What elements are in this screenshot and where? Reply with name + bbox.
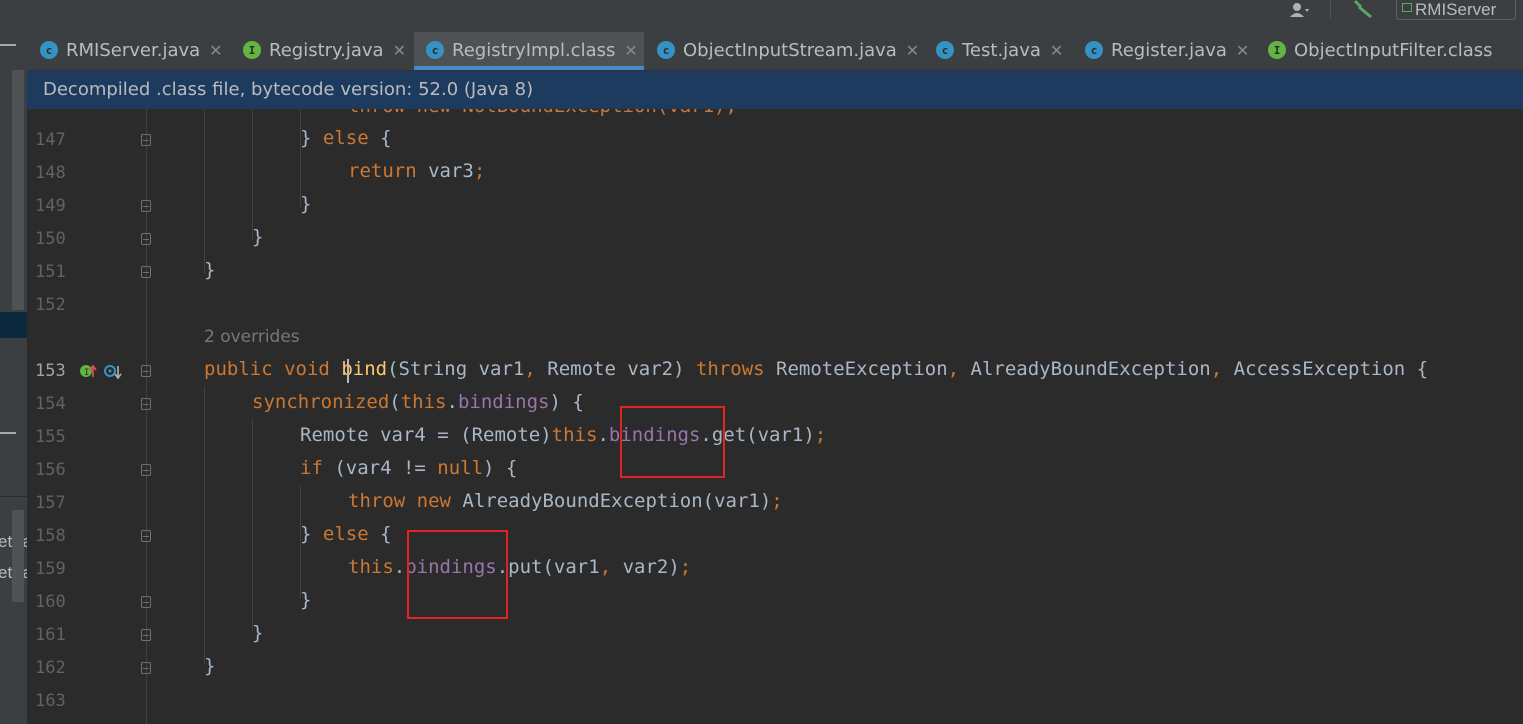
code-line: }: [300, 589, 312, 611]
line-number: 155: [35, 427, 66, 447]
run-configuration-selector[interactable]: RMIServer: [1396, 0, 1516, 20]
fold-marker[interactable]: [141, 365, 151, 377]
class-icon: c: [426, 41, 444, 59]
line-number: 150: [35, 229, 66, 249]
line-number: 159: [35, 559, 66, 579]
class-icon: c: [1085, 41, 1103, 59]
line-number: 152: [35, 295, 66, 315]
close-icon[interactable]: ✕: [624, 41, 637, 60]
implements-interface-icon[interactable]: I: [79, 363, 97, 385]
decompiled-banner: Decompiled .class file, bytecode version…: [27, 71, 1523, 109]
line-number: 151: [35, 262, 66, 282]
code-line-partial: throw new NotBoundException(var1);: [348, 109, 737, 117]
class-icon: c: [657, 41, 675, 59]
indent-guide: [252, 109, 253, 240]
line-number: 158: [35, 526, 66, 546]
tab-test-java[interactable]: c Test.java ✕: [936, 32, 1063, 68]
tab-label: Register.java: [1111, 39, 1227, 61]
code-line: throw new AlreadyBoundException(var1);: [348, 490, 783, 512]
overridden-method-icon[interactable]: [103, 363, 123, 385]
fold-marker[interactable]: [141, 266, 151, 278]
tab-label: ObjectInputStream.java: [683, 39, 897, 61]
code-line: if (var4 != null) {: [300, 457, 518, 479]
code-line: Remote var4 = (Remote)this.bindings.get(…: [300, 424, 827, 446]
application-icon: [1402, 3, 1412, 12]
tab-label: RegistryImpl.class: [452, 39, 616, 61]
toolbar-separator: [1330, 0, 1331, 18]
code-line: }: [252, 622, 264, 644]
code-line: synchronized(this.bindings) {: [252, 391, 584, 413]
code-line: } else {: [300, 127, 392, 149]
tab-objectinputfilter-class[interactable]: I ObjectInputFilter.class: [1268, 32, 1493, 68]
tab-label: ObjectInputFilter.class: [1294, 39, 1493, 61]
minimize-icon-2[interactable]: [0, 432, 16, 434]
line-number: 147: [35, 130, 66, 150]
minimize-icon[interactable]: [0, 44, 16, 46]
fold-marker[interactable]: [141, 134, 151, 146]
line-number: 161: [35, 625, 66, 645]
left-tool-strip: etFa etFa: [0, 0, 27, 724]
line-number: 156: [35, 460, 66, 480]
tab-label: Test.java: [962, 39, 1041, 61]
highlight-box-bindings-put: [407, 530, 508, 619]
top-toolbar: RMIServer: [27, 0, 1523, 32]
fold-marker[interactable]: [141, 464, 151, 476]
code-line: }: [300, 193, 312, 215]
close-icon[interactable]: ✕: [393, 41, 406, 60]
text-caret: [347, 359, 349, 383]
code-editor[interactable]: throw new NotBoundException(var1); 147 1…: [27, 109, 1523, 724]
code-line: }: [252, 226, 264, 248]
tab-label: RMIServer.java: [66, 39, 201, 61]
editor-tab-bar: c RMIServer.java ✕ I Registry.java ✕ c R…: [27, 32, 1523, 71]
build-hammer-icon[interactable]: [1352, 0, 1376, 22]
structure-scrollbar[interactable]: [12, 510, 24, 602]
fold-marker[interactable]: [141, 596, 151, 608]
tab-register-java[interactable]: c Register.java ✕: [1085, 32, 1249, 68]
close-icon[interactable]: ✕: [209, 41, 222, 60]
tab-registry-java[interactable]: I Registry.java ✕: [243, 32, 406, 68]
fold-marker[interactable]: [141, 398, 151, 410]
fold-marker[interactable]: [141, 200, 151, 212]
close-icon[interactable]: ✕: [1050, 41, 1063, 60]
code-line: return var3;: [348, 160, 486, 182]
interface-icon: I: [1268, 41, 1286, 59]
tab-label: Registry.java: [269, 39, 384, 61]
panel-divider: [0, 496, 27, 497]
indent-guide: [204, 386, 205, 664]
indent-guide: [252, 419, 253, 631]
line-number: 154: [35, 394, 66, 414]
line-number: 157: [35, 493, 66, 513]
interface-icon: I: [243, 41, 261, 59]
indent-guide: [204, 109, 205, 274]
class-icon: c: [936, 41, 954, 59]
fold-marker[interactable]: [141, 629, 151, 641]
tab-rmiserver-java[interactable]: c RMIServer.java ✕: [40, 32, 223, 68]
line-number: 160: [35, 592, 66, 612]
code-line: }: [204, 259, 216, 281]
close-icon[interactable]: ✕: [906, 41, 919, 60]
close-icon[interactable]: ✕: [1236, 41, 1249, 60]
code-line: } else {: [300, 523, 392, 545]
svg-text:I: I: [84, 368, 89, 378]
tab-objectinputstream-java[interactable]: c ObjectInputStream.java ✕: [657, 32, 919, 68]
tab-registryimpl-class[interactable]: c RegistryImpl.class ✕: [414, 32, 644, 70]
fold-marker[interactable]: [141, 662, 151, 674]
user-icon[interactable]: [1289, 2, 1309, 17]
line-number: 162: [35, 658, 66, 678]
class-icon: c: [40, 41, 58, 59]
line-number: 148: [35, 163, 66, 183]
line-number: 149: [35, 196, 66, 216]
run-config-label: RMIServer: [1415, 0, 1497, 19]
banner-text: Decompiled .class file, bytecode version…: [43, 79, 534, 100]
overrides-hint[interactable]: 2 overrides: [204, 327, 300, 347]
fold-marker[interactable]: [141, 233, 151, 245]
line-number: 163: [35, 691, 66, 711]
selected-project-row: [0, 312, 27, 338]
code-line: public void bind(String var1, Remote var…: [204, 358, 1429, 380]
highlight-box-bindings-get: [620, 406, 725, 478]
code-line: this.bindings.put(var1, var2);: [348, 556, 692, 578]
project-scrollbar[interactable]: [12, 70, 24, 310]
fold-marker[interactable]: [141, 530, 151, 542]
code-line: }: [204, 655, 216, 677]
